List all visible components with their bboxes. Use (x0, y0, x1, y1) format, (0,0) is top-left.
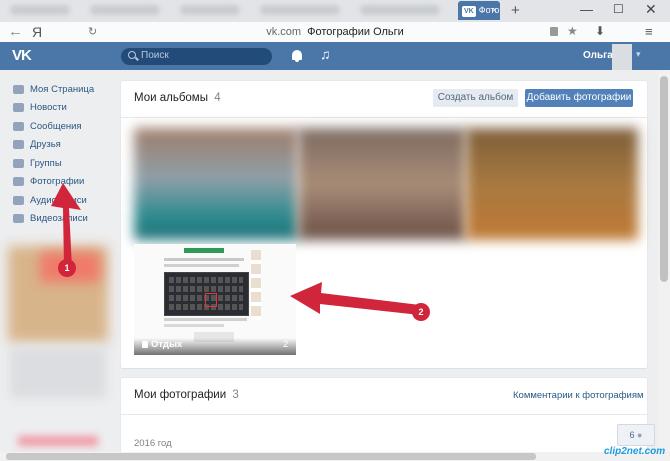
annotation-arrows (51, 183, 420, 315)
arrow-2 (290, 282, 420, 315)
annotation-badge-2: 2 (412, 303, 430, 321)
arrow-1 (51, 183, 81, 268)
annotation-badge-1: 1 (58, 259, 76, 277)
